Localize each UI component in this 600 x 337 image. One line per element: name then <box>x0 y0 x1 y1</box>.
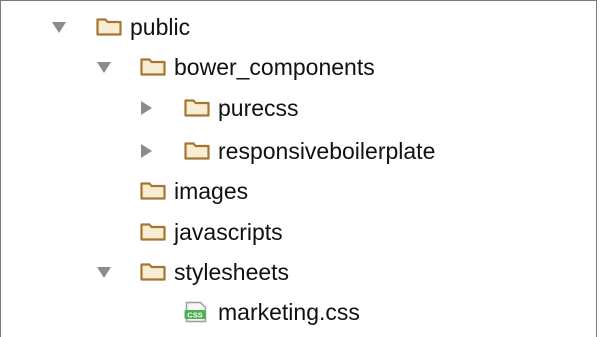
tree-item-label: marketing.css <box>218 299 360 325</box>
tree-item-responsiveboilerplate[interactable]: responsiveboilerplate <box>0 131 600 171</box>
css-file-icon: CSS <box>184 301 207 323</box>
tree-item-label: stylesheets <box>174 259 290 285</box>
tree-item-bower-components[interactable]: bower_components <box>0 47 600 87</box>
tree-item-label: images <box>174 178 249 204</box>
folder-icon <box>140 263 166 281</box>
disclosure-down-icon[interactable] <box>97 62 111 73</box>
folder-icon <box>140 58 166 76</box>
tree-item-javascripts[interactable]: javascripts <box>0 212 600 252</box>
tree-item-public[interactable]: public <box>0 7 600 47</box>
tree-item-stylesheets[interactable]: stylesheets <box>0 252 600 292</box>
disclosure-right-icon[interactable] <box>141 144 152 158</box>
folder-icon <box>96 18 122 36</box>
folder-icon <box>184 99 210 117</box>
tree-item-purecss[interactable]: purecss <box>0 88 600 128</box>
folder-icon <box>140 182 166 200</box>
tree-item-label: public <box>130 14 191 40</box>
tree-item-images[interactable]: images <box>0 171 600 211</box>
disclosure-down-icon[interactable] <box>97 267 111 278</box>
tree-item-label: purecss <box>218 95 299 121</box>
folder-icon <box>184 142 210 160</box>
tree-item-label: responsiveboilerplate <box>218 138 436 164</box>
disclosure-right-icon[interactable] <box>141 101 152 115</box>
tree-item-label: bower_components <box>174 54 375 80</box>
tree-item-marketing-css[interactable]: CSS marketing.css <box>0 292 600 332</box>
tree-item-label: javascripts <box>174 219 283 245</box>
project-tree: public bower_components purecss responsi… <box>0 0 600 337</box>
folder-icon <box>140 223 166 241</box>
disclosure-down-icon[interactable] <box>52 22 66 33</box>
css-badge-text: CSS <box>187 310 202 319</box>
